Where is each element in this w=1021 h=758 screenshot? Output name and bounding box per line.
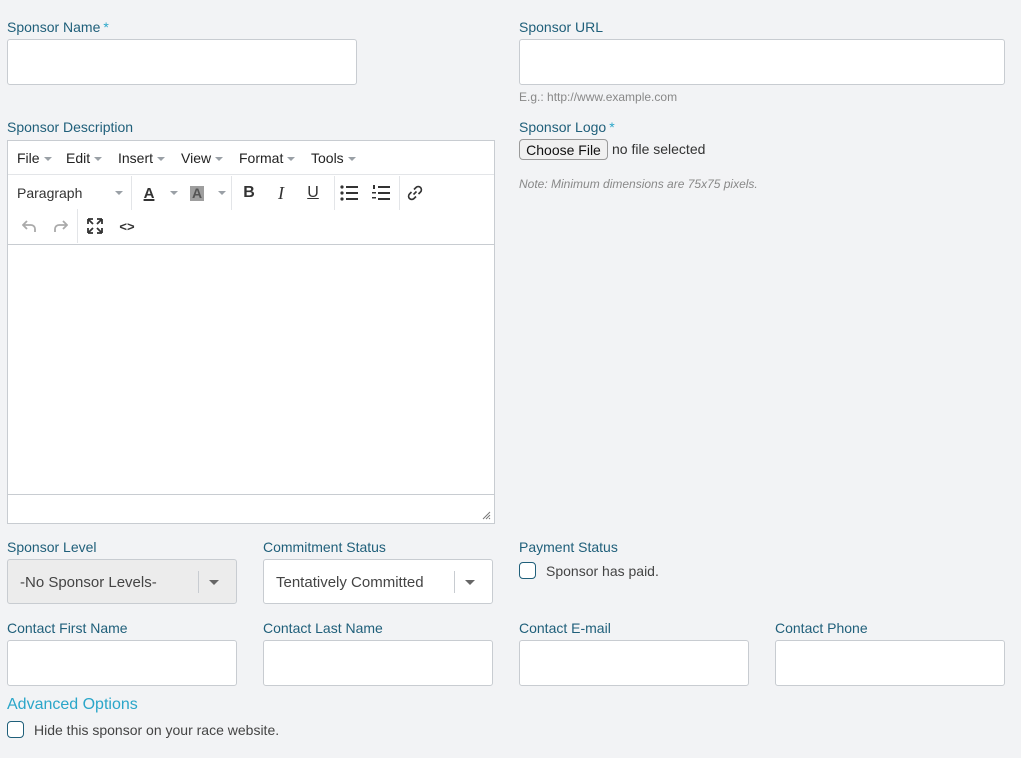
- sponsor-paid-label[interactable]: Sponsor has paid.: [546, 563, 659, 579]
- toolbar-separator: [131, 176, 132, 210]
- background-color-button[interactable]: A: [186, 176, 208, 210]
- sponsor-url-input[interactable]: [519, 39, 1005, 85]
- rich-text-editor: File Edit Insert View Format Tools Parag…: [7, 140, 495, 524]
- contact-phone-input[interactable]: [775, 640, 1005, 686]
- bold-icon: B: [243, 184, 255, 201]
- menu-edit[interactable]: Edit: [66, 150, 103, 166]
- editor-toolbar-row-1: Paragraph A A B I U: [8, 176, 494, 210]
- sponsor-description-label: Sponsor Description: [7, 119, 134, 135]
- chevron-down-icon: [215, 157, 224, 162]
- payment-status-label: Payment Status: [519, 539, 618, 555]
- link-button[interactable]: [404, 176, 426, 210]
- toolbar-separator: [399, 176, 400, 210]
- redo-button[interactable]: [50, 209, 72, 243]
- link-icon: [407, 185, 423, 201]
- contact-phone-label: Contact Phone: [775, 620, 868, 636]
- commitment-status-label: Commitment Status: [263, 539, 386, 555]
- select-divider: [454, 571, 455, 593]
- chevron-down-icon: [43, 157, 52, 162]
- hide-sponsor-label[interactable]: Hide this sponsor on your race website.: [34, 722, 279, 738]
- fullscreen-button[interactable]: [84, 209, 106, 243]
- source-code-button[interactable]: <>: [116, 209, 138, 243]
- contact-last-name-input[interactable]: [263, 640, 493, 686]
- resize-handle-icon[interactable]: [482, 511, 491, 520]
- chevron-down-icon[interactable]: [170, 191, 178, 195]
- logo-dimensions-note: Note: Minimum dimensions are 75x75 pixel…: [519, 177, 758, 191]
- chevron-down-icon: [465, 580, 475, 585]
- sponsor-level-value: -No Sponsor Levels-: [20, 574, 157, 591]
- fullscreen-icon: [87, 218, 103, 234]
- numbered-list-button[interactable]: [370, 176, 392, 210]
- contact-email-input[interactable]: [519, 640, 749, 686]
- editor-toolbar-row-2: <>: [8, 209, 494, 243]
- commitment-status-value: Tentatively Committed: [276, 574, 424, 591]
- text-color-button[interactable]: A: [138, 176, 160, 210]
- menu-tools[interactable]: Tools: [311, 150, 356, 166]
- italic-icon: I: [278, 182, 284, 203]
- chevron-down-icon: [287, 157, 296, 162]
- chevron-down-icon: [209, 580, 219, 585]
- text-color-icon: A: [143, 184, 155, 202]
- bold-button[interactable]: B: [238, 176, 260, 210]
- bullet-list-button[interactable]: [338, 176, 360, 210]
- hide-sponsor-checkbox[interactable]: [7, 721, 24, 738]
- bullet-list-icon: [340, 185, 358, 201]
- chevron-down-icon[interactable]: [218, 191, 226, 195]
- sponsor-level-label: Sponsor Level: [7, 539, 97, 555]
- advanced-options-title[interactable]: Advanced Options: [7, 696, 138, 714]
- sponsor-name-input[interactable]: [7, 39, 357, 85]
- underline-button[interactable]: U: [302, 176, 324, 210]
- contact-first-name-input[interactable]: [7, 640, 237, 686]
- editor-statusbar: [8, 494, 494, 523]
- chevron-down-icon: [347, 157, 356, 162]
- contact-first-name-label: Contact First Name: [7, 620, 128, 636]
- code-icon: <>: [119, 218, 135, 234]
- menu-insert[interactable]: Insert: [118, 150, 166, 166]
- contact-email-label: Contact E-mail: [519, 620, 611, 636]
- undo-icon: [22, 220, 36, 232]
- editor-content-area[interactable]: [8, 244, 494, 495]
- toolbar-separator: [334, 176, 335, 210]
- block-format-select[interactable]: Paragraph: [17, 176, 127, 210]
- sponsor-url-label: Sponsor URL: [519, 19, 604, 35]
- toolbar-separator: [77, 209, 78, 243]
- background-color-icon: A: [189, 184, 205, 201]
- menu-view[interactable]: View: [181, 150, 224, 166]
- commitment-status-select[interactable]: Tentatively Committed: [263, 559, 493, 604]
- redo-icon: [54, 220, 68, 232]
- choose-file-button[interactable]: Choose File: [519, 139, 608, 160]
- chevron-down-icon: [94, 157, 103, 162]
- toolbar-separator: [231, 176, 232, 210]
- italic-button[interactable]: I: [270, 176, 292, 210]
- sponsor-level-select[interactable]: -No Sponsor Levels-: [7, 559, 237, 604]
- menu-file[interactable]: File: [17, 150, 52, 166]
- sponsor-url-hint: E.g.: http://www.example.com: [519, 90, 678, 104]
- underline-icon: U: [307, 184, 319, 201]
- select-divider: [198, 571, 199, 593]
- chevron-down-icon: [115, 191, 123, 195]
- file-status-text: no file selected: [612, 141, 706, 157]
- undo-button[interactable]: [18, 209, 40, 243]
- sponsor-logo-label: Sponsor Logo *: [519, 119, 615, 135]
- block-format-value: Paragraph: [17, 185, 83, 201]
- editor-menubar: File Edit Insert View Format Tools: [8, 141, 494, 175]
- sponsor-paid-checkbox[interactable]: [519, 562, 536, 579]
- menu-format[interactable]: Format: [239, 150, 296, 166]
- required-marker: *: [609, 119, 615, 135]
- required-marker: *: [103, 19, 109, 35]
- sponsor-name-label: Sponsor Name *: [7, 19, 109, 35]
- contact-last-name-label: Contact Last Name: [263, 620, 383, 636]
- numbered-list-icon: [372, 185, 390, 200]
- chevron-down-icon: [157, 157, 166, 162]
